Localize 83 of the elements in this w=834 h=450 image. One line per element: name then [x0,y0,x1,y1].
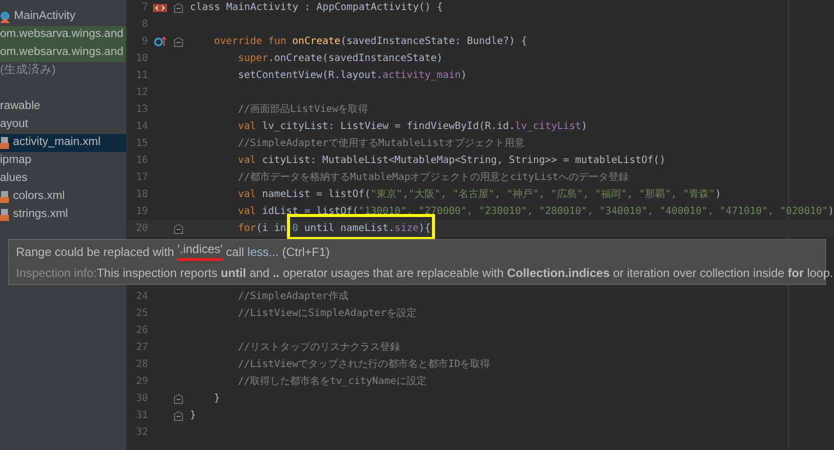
code-comment: //リストタップのリスナクラス登録 [238,340,400,355]
code-token: } [214,392,220,406]
fold-icon[interactable] [174,224,182,234]
fold-icon[interactable] [174,410,182,420]
code-token: "130010", "270000", "230010", "280010", "340010", "400010", "471010", "020010" [358,205,828,219]
tooltip-message: call [225,244,246,261]
code-token: (savedInstanceState: Bundle?) { [340,35,528,49]
code-token: ){ [418,222,431,236]
line-number: 18 [134,188,148,202]
code-token: ) [581,120,588,134]
line-number: 7 [140,1,148,15]
less-link[interactable]: less... [247,243,279,261]
info-label: Inspection info: [16,265,97,282]
class-marker-icon[interactable] [153,4,167,12]
line-number: 26 [134,324,148,338]
line-number: 29 [134,375,148,389]
code-token: class MainActivity : AppCompatActivity() { [190,1,443,15]
tree-item[interactable]: om.websarva.wings.and [0,26,126,44]
code-token: .onCreate(savedInstanceState) [268,52,443,66]
xml-file-icon [0,209,9,221]
code-token: (i in [256,222,288,236]
code-token: cityList: MutableList<MutableMap<String, String>> = mutableListOf() [262,154,666,168]
code-token: for [238,222,256,236]
line-number: 11 [134,69,148,83]
shortcut-hint: (Ctrl+F1) [281,244,330,261]
line-number: 14 [134,120,148,134]
code-comment: //画面部品ListViewを取得 [238,102,368,117]
code-token: lv_cityList [262,120,328,134]
code-token: ) [828,205,834,219]
line-number: 17 [134,171,148,185]
code-token: onCreate [292,35,340,49]
line-number: 8 [140,18,148,32]
code-token: ) [460,69,467,83]
code-comment: //SimpleAdapterで使用するMutableListオブジェクト用意 [238,136,525,151]
xml-file-icon [0,191,9,203]
code-comment: //都市データを格納するMutableMapオブジェクトの用意とcityListへのデータ登録 [238,170,628,185]
kotlin-class-icon [0,11,10,23]
code-comment: //取得した都市名をtv_cityNameに設定 [238,374,426,389]
code-comment: //ListViewにSimpleAdapterを設定 [238,306,416,321]
code-token: until nameList. [303,222,395,236]
code-token: idList = listOf( [262,205,358,219]
line-number: 15 [134,137,148,151]
line-number: 27 [134,341,148,355]
code-token: setContentView(R.layout. [238,69,382,83]
line-number: 13 [134,103,148,117]
fold-icon[interactable] [174,394,182,404]
code-token: "東京","大阪", "名古屋", "神戸", "広島", "福岡", "那覇", "青森" [370,188,716,202]
code-token: override fun [214,35,288,49]
line-number: 30 [134,392,148,406]
code-token: val [238,154,258,168]
tree-item[interactable]: activity_main.xml [0,134,126,152]
fold-icon[interactable] [174,36,182,46]
inspection-info: This inspection reports until and .. operator usages that are replaceable with Collection.indices or iteration over collection inside for loop. [96,265,834,282]
code-token: val [238,188,258,202]
line-number: 12 [134,86,148,100]
code-token: lv_cityList [514,120,582,134]
code-token: ) [715,188,722,202]
code-token: val [238,205,258,219]
code-token: 0 [292,222,298,236]
line-number: 9 [140,35,148,49]
line-number: 25 [134,307,148,321]
code-token: size [394,222,419,236]
line-number: 16 [134,154,148,168]
override-marker-icon[interactable] [154,36,166,47]
code-token: } [190,409,196,423]
line-number: 10 [134,52,148,66]
tree-item[interactable]: om.websarva.wings.and [0,44,126,62]
code-token: activity_main [382,69,461,83]
line-number: 24 [134,290,148,304]
code-token: super [238,52,268,66]
code-comment: //ListViewでタップされた行の都市名と都市IDを取得 [238,358,490,372]
code-comment: //SimpleAdapter作成 [238,290,348,304]
code-token: nameList = listOf( [262,188,370,202]
line-number: 31 [134,409,148,423]
quoted-code: '.indices' [177,243,223,261]
fold-icon[interactable] [174,2,182,12]
line-number: 19 [134,205,148,219]
tooltip-message: Range could be replaced with [16,244,176,261]
line-number: 32 [134,426,148,440]
line-number: 28 [134,358,148,372]
xml-file-icon [0,137,9,149]
code-token: : ListView = findViewById(R.id. [328,120,515,134]
code-token: val [238,120,258,134]
